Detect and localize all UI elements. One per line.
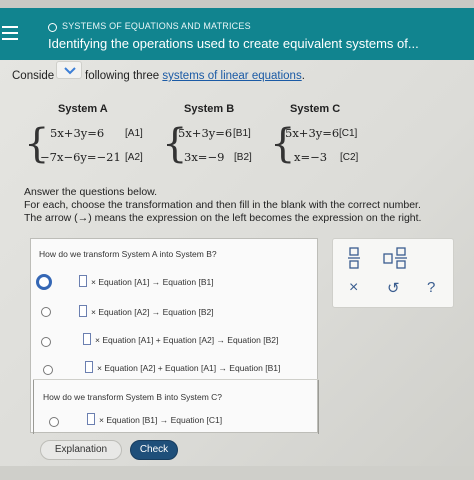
- instructions-line-3-start: The arrow (: [24, 212, 78, 224]
- header-bar: SYSTEMS OF EQUATIONS AND MATRICES Identi…: [0, 8, 474, 60]
- multiplier-input-4[interactable]: [85, 361, 93, 373]
- system-a-heading: System A: [58, 103, 108, 115]
- equation-b1: 5x+3y=6: [178, 126, 233, 140]
- mixed-number-icon[interactable]: [383, 247, 409, 269]
- equation-a2: −7x−6y=−21: [40, 150, 121, 164]
- option-2-label: × Equation [A2] → Equation [B2]: [91, 307, 214, 317]
- question-2-prompt: How do we transform System B into System…: [43, 392, 223, 402]
- section-divider: [33, 379, 319, 380]
- radio-option-4[interactable]: [43, 365, 53, 375]
- undo-icon[interactable]: ↺: [387, 279, 400, 297]
- menu-icon[interactable]: [2, 26, 18, 42]
- check-button[interactable]: Check: [130, 440, 178, 460]
- page-title: Identifying the operations used to creat…: [48, 36, 419, 51]
- question-2-section: [33, 379, 319, 434]
- question-1-prompt: How do we transform System A into System…: [39, 249, 217, 259]
- instructions-line-3: The arrow (→) means the expression on th…: [24, 212, 421, 224]
- instructions-line-2: For each, choose the transformation and …: [24, 199, 421, 211]
- instructions-line-3-end: ) means the expression on the left becom…: [88, 212, 422, 224]
- tag-b2: [B2]: [234, 152, 252, 163]
- intro-suffix: .: [301, 70, 305, 82]
- intro-middle-text: following three: [85, 70, 163, 82]
- equation-b2: 3x=−9: [184, 150, 225, 164]
- multiplier-input-q2-1[interactable]: [87, 413, 95, 425]
- option-1-label: × Equation [A1] → Equation [B1]: [91, 277, 214, 287]
- system-c-heading: System C: [290, 103, 341, 115]
- intro-text: Conside following three systems of linea…: [12, 70, 305, 82]
- help-icon[interactable]: ?: [427, 279, 435, 296]
- multiplier-input-1[interactable]: [79, 275, 87, 287]
- tag-a2: [A2]: [125, 152, 143, 163]
- clear-icon[interactable]: ×: [349, 279, 358, 297]
- topic-label: SYSTEMS OF EQUATIONS AND MATRICES: [62, 21, 251, 31]
- explanation-button[interactable]: Explanation: [40, 440, 122, 460]
- question-panel: How do we transform System A into System…: [30, 238, 319, 434]
- radio-option-1[interactable]: [36, 274, 52, 290]
- equation-c1: 5x+3y=6: [285, 126, 340, 140]
- window-top-edge: [0, 0, 474, 8]
- radio-q2-option-1[interactable]: [49, 417, 59, 427]
- tag-a1: [A1]: [125, 128, 143, 139]
- chevron-down-icon: [64, 67, 76, 75]
- tag-b1: [B1]: [233, 128, 251, 139]
- topic-status-icon: [48, 23, 57, 32]
- q2-option-1-label: × Equation [B1] → Equation [C1]: [99, 415, 223, 425]
- instructions-line-1: Answer the questions below.: [24, 186, 158, 198]
- equation-a1: 5x+3y=6: [50, 126, 105, 140]
- math-tools-panel: × ↺ ?: [332, 238, 454, 308]
- equation-c2: x=−3: [294, 150, 328, 164]
- option-4-label: × Equation [A2] + Equation [A1] → Equati…: [97, 363, 281, 373]
- tag-c2: [C2]: [340, 152, 359, 163]
- bottom-edge: [0, 466, 474, 480]
- fraction-icon[interactable]: [347, 247, 361, 269]
- arrow-icon: →: [77, 212, 89, 224]
- multiplier-input-2[interactable]: [79, 305, 87, 317]
- tag-c1: [C1]: [339, 128, 358, 139]
- radio-option-3[interactable]: [41, 337, 51, 347]
- multiplier-input-3[interactable]: [83, 333, 91, 345]
- option-3-label: × Equation [A1] + Equation [A2] → Equati…: [95, 335, 279, 345]
- system-b-heading: System B: [184, 103, 235, 115]
- linear-systems-link[interactable]: systems of linear equations: [162, 70, 301, 82]
- radio-option-2[interactable]: [41, 307, 51, 317]
- intro-prefix: Conside: [12, 70, 55, 82]
- collapse-button[interactable]: [56, 61, 82, 79]
- intro-middle: following three systems of linear equati…: [85, 70, 305, 82]
